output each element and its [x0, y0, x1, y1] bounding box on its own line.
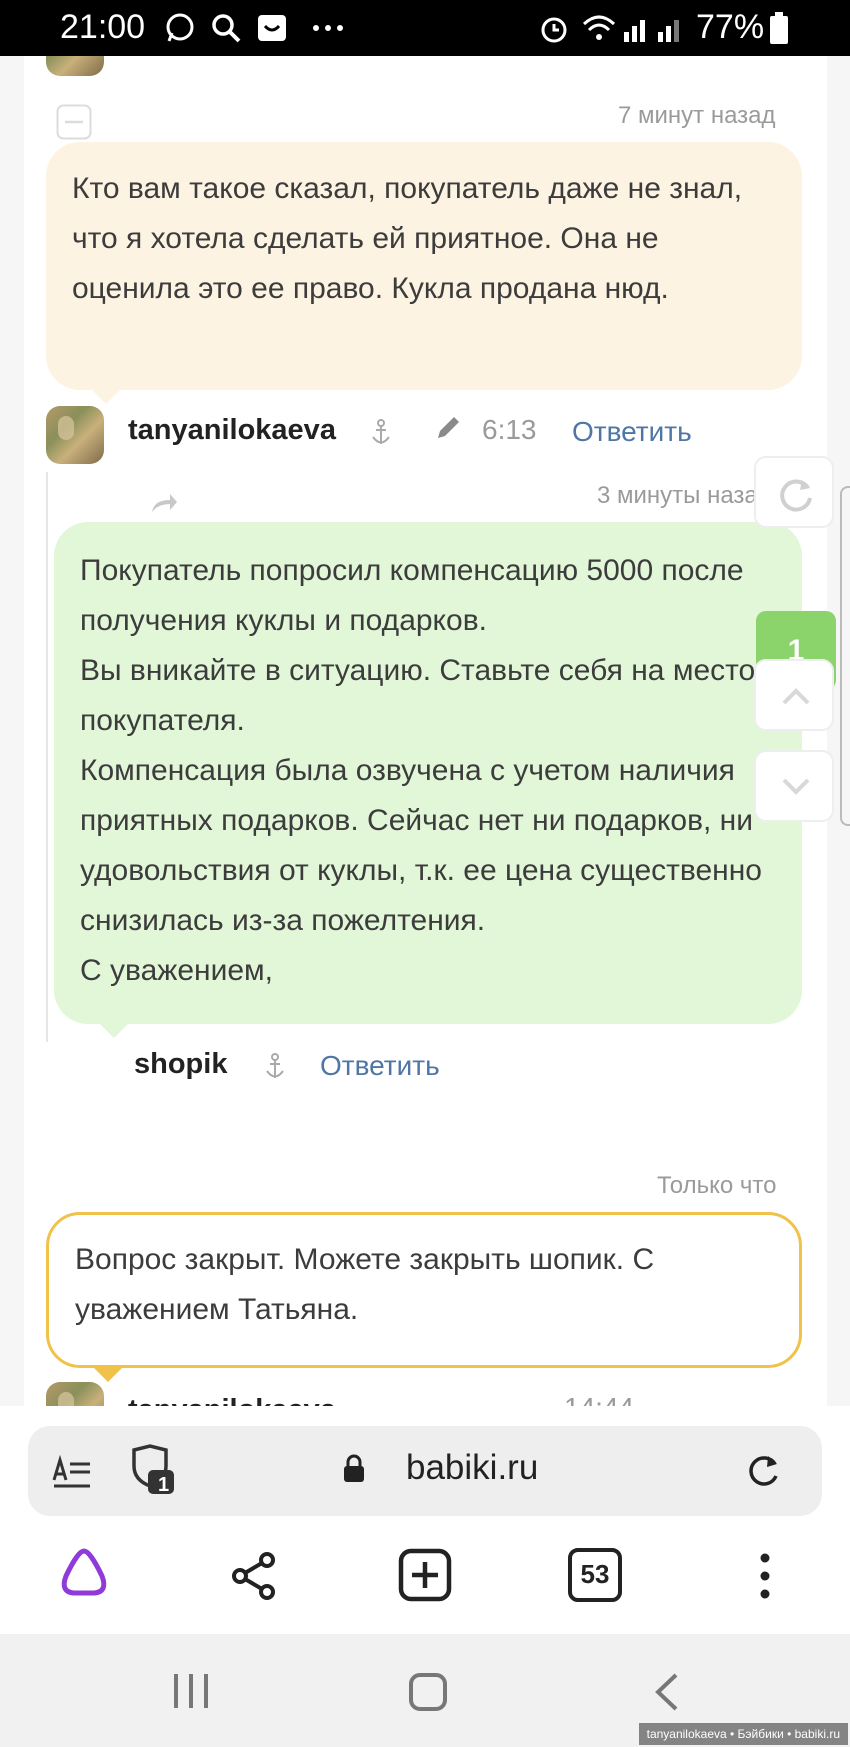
status-bar: 21:00 77%: [0, 0, 850, 56]
anchor-icon[interactable]: [368, 418, 394, 448]
inbox-icon: [258, 15, 286, 41]
bubble-tail: [100, 1024, 128, 1038]
bubble-tail: [92, 390, 120, 404]
edit-icon[interactable]: [434, 412, 464, 442]
comment-text: Вопрос закрыт. Можете закрыть шопик. С у…: [75, 1243, 655, 1326]
comment-text-line: Покупатель попросил компенсацию 5000 пос…: [80, 554, 744, 637]
reader-mode-icon[interactable]: [52, 1450, 92, 1490]
comment-author[interactable]: tanyanilokaeva: [128, 414, 336, 447]
recent-apps-icon[interactable]: [172, 1672, 210, 1710]
comment-author[interactable]: shopik: [134, 1048, 227, 1081]
lock-icon: [344, 1454, 364, 1482]
scroll-down-button[interactable]: [754, 750, 834, 822]
chevron-down-icon: [782, 778, 810, 795]
comment-text: Кто вам такое сказал, покупатель даже не…: [72, 172, 743, 305]
chevron-up-icon: [782, 688, 810, 705]
battery-level: 77%: [696, 8, 765, 46]
refresh-icon: [780, 479, 812, 512]
new-tab-icon[interactable]: [398, 1548, 452, 1602]
thread-line: [46, 472, 48, 1042]
reload-icon[interactable]: [744, 1452, 782, 1490]
search-icon: [212, 14, 241, 43]
reply-arrow-icon: [152, 494, 177, 512]
comment-timestamp: 3 минуты назад: [597, 482, 772, 509]
comment-time: 14:44: [564, 1392, 634, 1406]
url-text[interactable]: babiki.ru: [406, 1448, 538, 1488]
watermark: tanyanilokaeva • Бэйбики • babiki.ru: [638, 1723, 848, 1745]
comment-page[interactable]: 7 минут назад Кто вам такое сказал, поку…: [0, 56, 850, 1406]
comment-bubble: Покупатель попросил компенсацию 5000 пос…: [54, 522, 802, 1024]
anchor-icon[interactable]: [262, 1052, 288, 1082]
more-icon: [313, 25, 343, 31]
whatsapp-icon: [166, 13, 194, 42]
collapse-icon[interactable]: [56, 104, 92, 140]
reply-link[interactable]: Ответить: [320, 1050, 440, 1082]
menu-icon[interactable]: [750, 1550, 780, 1602]
home-icon[interactable]: [408, 1672, 448, 1712]
shield-badge: 1: [158, 1474, 170, 1496]
share-icon[interactable]: [230, 1551, 278, 1601]
back-icon[interactable]: [652, 1672, 682, 1712]
tabs-counter[interactable]: 53: [568, 1548, 622, 1602]
comment-text-line: С уважением,: [80, 954, 274, 987]
battery-icon: [770, 12, 788, 44]
wifi-icon: [582, 15, 616, 40]
comment-timestamp: 7 минут назад: [618, 102, 776, 129]
avatar[interactable]: [46, 56, 104, 76]
scroll-up-button[interactable]: [754, 659, 834, 731]
comment-timestamp: Только что: [657, 1172, 777, 1199]
alarm-icon: [541, 17, 567, 43]
comment-author[interactable]: tanyanilokaeva: [128, 1394, 336, 1406]
system-nav-bar: tanyanilokaeva • Бэйбики • babiki.ru: [0, 1634, 850, 1747]
alice-icon[interactable]: [56, 1546, 112, 1598]
avatar[interactable]: [46, 406, 104, 464]
address-bar[interactable]: 1 babiki.ru: [28, 1426, 822, 1516]
refresh-button[interactable]: [754, 456, 834, 528]
comment-bubble: Вопрос закрыт. Можете закрыть шопик. С у…: [46, 1212, 802, 1368]
comment-text-line: Вы вникайте в ситуацию. Ставьте себя на …: [80, 654, 756, 737]
comment-bubble: Кто вам такое сказал, покупатель даже не…: [46, 142, 802, 390]
avatar[interactable]: [46, 1382, 104, 1406]
signal-icon: [624, 20, 645, 42]
clock: 21:00: [60, 8, 146, 46]
comment-time: 6:13: [482, 414, 537, 445]
browser-bar: 1 babiki.ru 53: [0, 1406, 850, 1634]
comments-column: 7 минут назад Кто вам такое сказал, поку…: [24, 56, 827, 1406]
scrollbar[interactable]: [840, 486, 850, 826]
signal-icon-2: [658, 20, 679, 42]
bubble-tail: [94, 1368, 122, 1382]
comment-text-line: Компенсация была озвучена с учетом налич…: [80, 754, 762, 937]
reply-link[interactable]: Ответить: [572, 416, 692, 448]
